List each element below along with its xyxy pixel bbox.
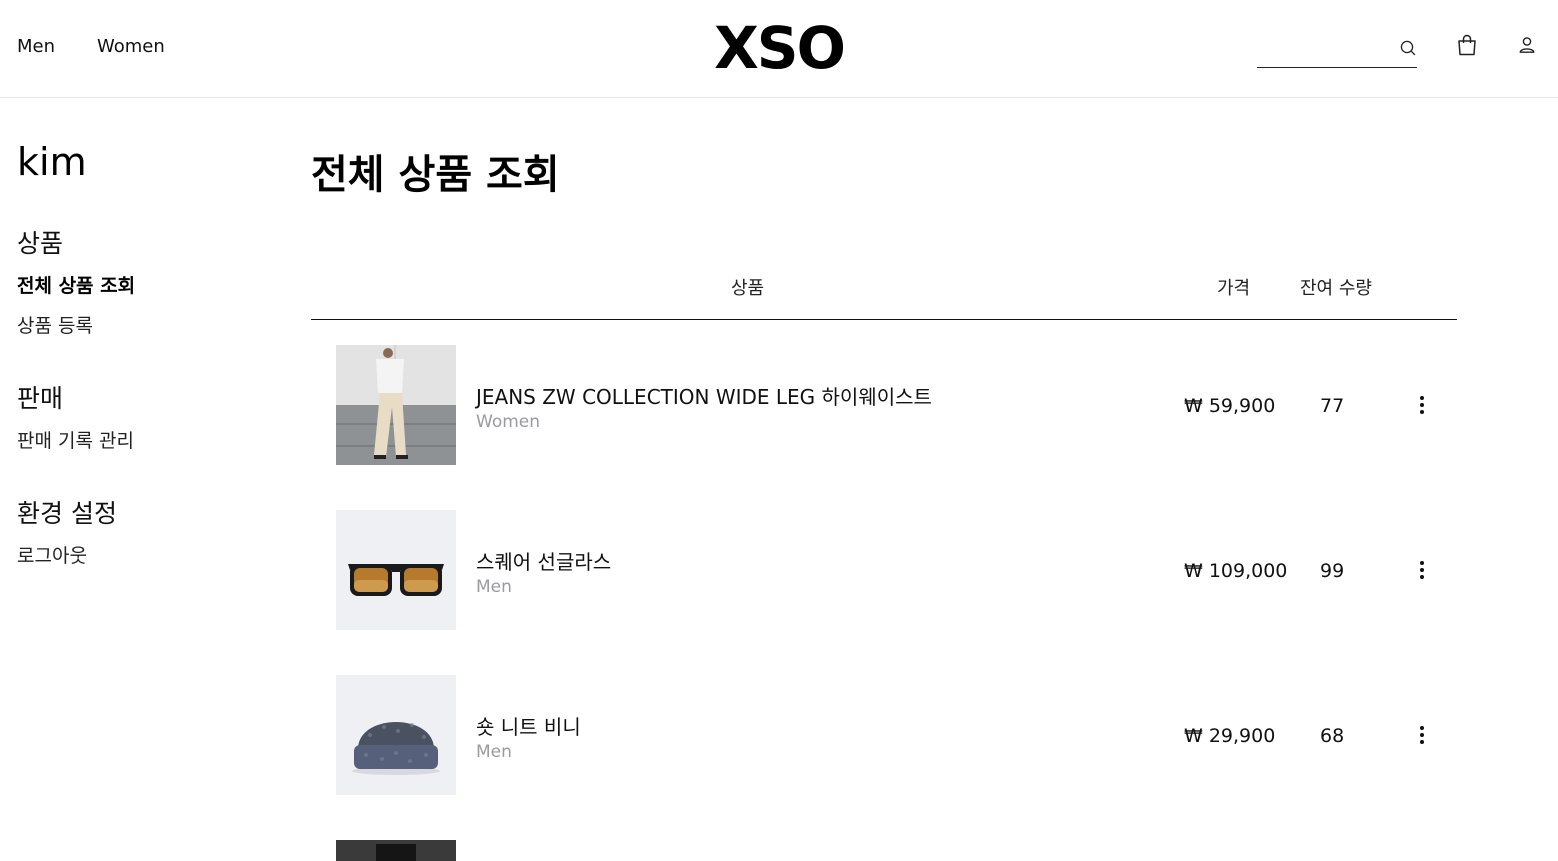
product-price: ₩ 59,900 (1184, 395, 1276, 417)
product-name: 스퀘어 선글라스 (476, 550, 612, 574)
search-input[interactable] (1257, 36, 1389, 62)
product-thumbnail[interactable] (336, 345, 456, 465)
sidebar-section-products: 상품 (17, 229, 64, 258)
table-row[interactable]: JEANS ZW COLLECTION WIDE LEG 하이웨이스트 Wome… (311, 345, 1457, 510)
product-price: ₩ 29,900 (1184, 725, 1276, 747)
product-name: 숏 니트 비니 (476, 715, 581, 739)
table-row[interactable] (311, 840, 1457, 861)
column-header-product: 상품 (731, 278, 765, 299)
sidebar-item-sales-records[interactable]: 판매 기록 관리 (17, 426, 134, 453)
user-icon[interactable] (1517, 35, 1537, 55)
more-options-icon[interactable] (1412, 393, 1432, 417)
column-header-price: 가격 (1217, 278, 1251, 299)
product-category: Women (476, 412, 541, 432)
table-row[interactable]: 숏 니트 비니 Men ₩ 29,900 68 (311, 675, 1457, 840)
product-thumbnail[interactable] (336, 840, 456, 861)
model-wide-leg-jeans-image (336, 345, 456, 465)
sunglasses-image (348, 564, 444, 596)
search-box (1257, 30, 1417, 68)
product-image-partial (336, 840, 456, 861)
product-category: Men (476, 577, 512, 597)
sidebar-item-all-products[interactable]: 전체 상품 조회 (17, 271, 135, 298)
sidebar-section-settings: 환경 설정 (17, 499, 117, 528)
product-category: Men (476, 742, 512, 762)
product-name: JEANS ZW COLLECTION WIDE LEG 하이웨이스트 (476, 385, 932, 409)
product-stock: 77 (1320, 395, 1345, 417)
sidebar-item-register-product[interactable]: 상품 등록 (17, 311, 93, 338)
search-icon[interactable] (1399, 39, 1417, 57)
product-thumbnail[interactable] (336, 675, 456, 795)
product-stock: 99 (1320, 560, 1345, 582)
column-header-stock: 잔여 수량 (1300, 278, 1372, 299)
top-header: Men Women XSO (0, 0, 1558, 98)
sidebar-item-logout[interactable]: 로그아웃 (17, 541, 87, 568)
knit-beanie-image (352, 722, 440, 775)
product-thumbnail[interactable] (336, 510, 456, 630)
more-options-icon[interactable] (1412, 558, 1432, 582)
shopping-bag-icon[interactable] (1456, 33, 1478, 57)
table-header: 상품 가격 잔여 수량 (311, 262, 1457, 320)
page-title: 전체 상품 조회 (311, 152, 560, 198)
sidebar-section-sales: 판매 (17, 384, 64, 413)
product-price: ₩ 109,000 (1184, 560, 1288, 582)
more-options-icon[interactable] (1412, 723, 1432, 747)
product-stock: 68 (1320, 725, 1345, 747)
sidebar-username: kim (17, 140, 87, 184)
table-row[interactable]: 스퀘어 선글라스 Men ₩ 109,000 99 (311, 510, 1457, 675)
